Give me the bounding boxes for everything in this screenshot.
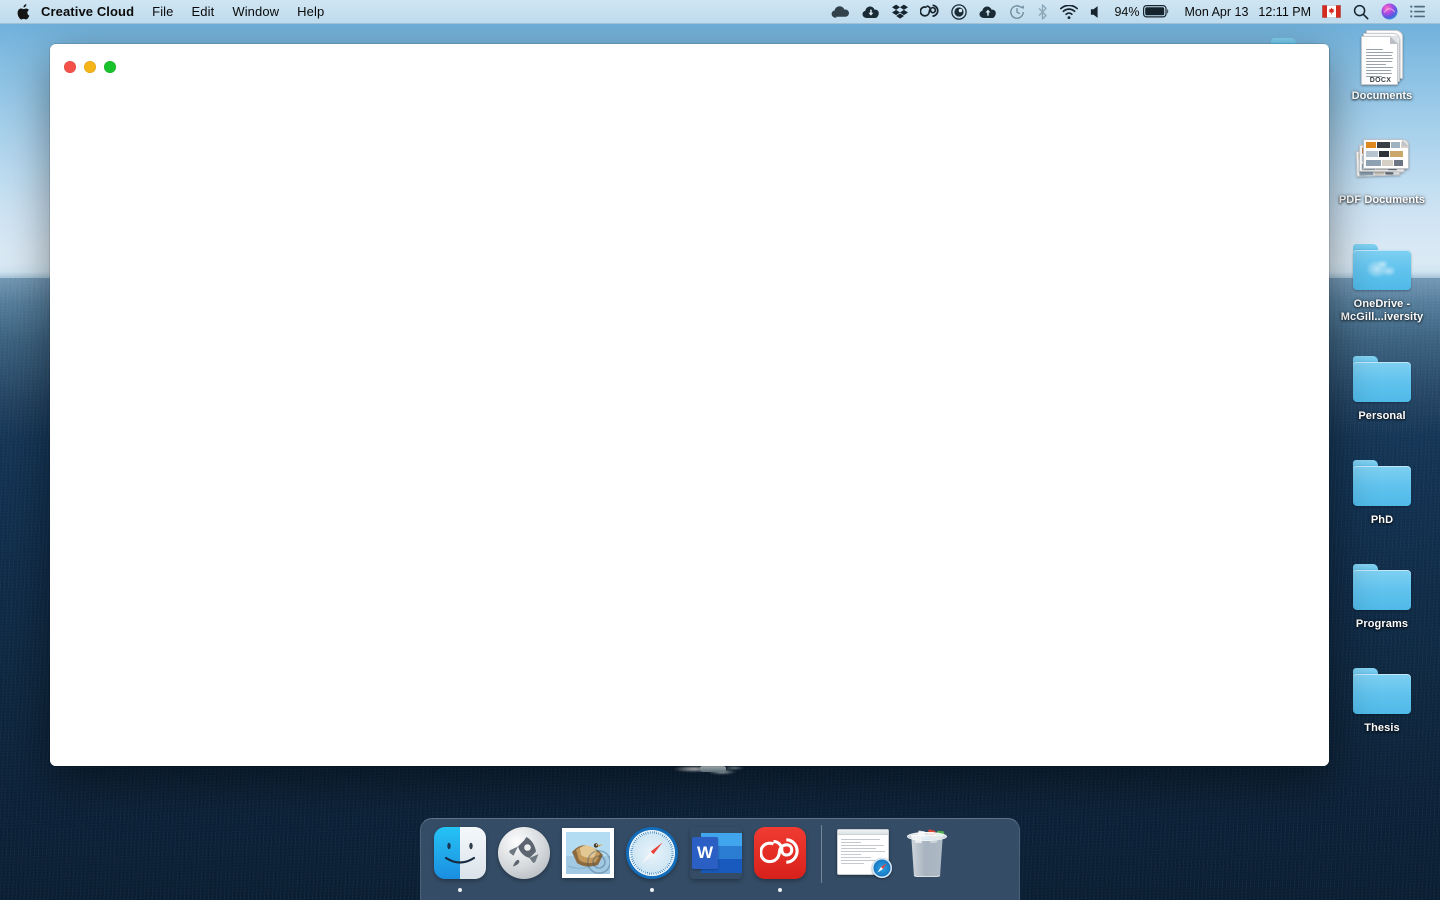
window-traffic-lights: [64, 61, 116, 73]
time-machine-icon[interactable]: [1003, 0, 1031, 24]
cloud-upload-icon[interactable]: [973, 0, 1003, 24]
menu-bar[interactable]: Creative Cloud File Edit Window Help 94%…: [0, 0, 1440, 24]
wallpaper-boat-hull: [700, 766, 726, 772]
folder-icon: [1350, 348, 1414, 406]
desktop-icon-label: Thesis: [1364, 722, 1400, 734]
desktop-icon-label: Programs: [1355, 618, 1409, 630]
folder-icon: [1350, 452, 1414, 510]
window-titlebar[interactable]: [50, 44, 1329, 90]
desktop-icon-thesis[interactable]: Thesis: [1327, 660, 1437, 735]
application-window[interactable]: [50, 44, 1329, 766]
menu-item-help[interactable]: Help: [288, 0, 333, 24]
trash-icon: [899, 825, 955, 881]
siri-icon[interactable]: [1375, 0, 1404, 24]
docx-document-icon: DOCX: [1350, 28, 1414, 86]
control-center-icon[interactable]: [1404, 0, 1432, 24]
running-indicator: [458, 888, 462, 892]
battery-icon[interactable]: [1141, 0, 1174, 24]
menu-bar-left: Creative Cloud File Edit Window Help: [0, 0, 333, 24]
search-icon[interactable]: [1347, 0, 1375, 24]
desktop-icon-programs[interactable]: Programs: [1327, 556, 1437, 631]
dock-item-safari-minimized-window[interactable]: [834, 825, 892, 897]
safari-badge-icon: [872, 858, 892, 878]
cloud-download-icon[interactable]: [856, 0, 886, 24]
bluetooth-icon[interactable]: [1031, 0, 1054, 24]
close-button[interactable]: [64, 61, 76, 73]
desktop-icon-label: Personal: [1358, 410, 1406, 422]
dock-item-mail[interactable]: [559, 825, 617, 897]
running-indicator: [778, 888, 782, 892]
maximize-button[interactable]: [104, 61, 116, 73]
wifi-icon[interactable]: [1054, 0, 1084, 24]
launchpad-icon: [496, 825, 552, 881]
mail-icon: [560, 825, 616, 881]
desktop-icon-personal[interactable]: Personal: [1327, 348, 1437, 423]
running-indicator: [650, 888, 654, 892]
minimize-button[interactable]: [84, 61, 96, 73]
dock-item-launchpad[interactable]: [495, 825, 553, 897]
window-content-area[interactable]: [50, 90, 1329, 766]
desktop-icon-label: OneDrive - McGill...iversity: [1340, 298, 1424, 323]
desktop-icon-label: PDF Documents: [1338, 194, 1426, 206]
folder-onedrive-icon: [1350, 236, 1414, 294]
dock-item-finder[interactable]: [431, 825, 489, 897]
apple-logo-icon[interactable]: [10, 0, 36, 24]
onedrive-cloud-icon[interactable]: [825, 0, 856, 24]
canada-flag-icon[interactable]: [1316, 0, 1347, 24]
menu-item-edit[interactable]: Edit: [183, 0, 224, 24]
menu-bar-status-area: 94% Mon Apr 13 12:11 PM: [825, 0, 1440, 24]
safari-icon: [624, 825, 680, 881]
menu-item-file[interactable]: File: [143, 0, 182, 24]
dock-item-safari[interactable]: [623, 825, 681, 897]
microsoft-word-icon: W: [688, 825, 744, 881]
folder-icon: [1350, 660, 1414, 718]
desktop-icon-phd[interactable]: PhD: [1327, 452, 1437, 527]
battery-percent-label[interactable]: 94%: [1109, 0, 1141, 24]
dock-item-microsoft-word[interactable]: W: [687, 825, 745, 897]
dock-item-trash[interactable]: [898, 825, 956, 897]
menu-app-name[interactable]: Creative Cloud: [36, 0, 143, 24]
dock-separator: [821, 825, 822, 883]
docx-type-label: DOCX: [1369, 77, 1392, 84]
dropbox-icon[interactable]: [886, 0, 914, 24]
safari-minimized-window-icon: [835, 825, 892, 881]
desktop-icon-onedrive[interactable]: OneDrive - McGill...iversity: [1327, 236, 1437, 323]
folder-icon: [1350, 556, 1414, 614]
menubar-time[interactable]: 12:11 PM: [1253, 0, 1316, 24]
dock[interactable]: W: [420, 818, 1020, 900]
creative-cloud-icon[interactable]: [914, 0, 945, 24]
creative-cloud-icon: [752, 825, 808, 881]
desktop-icon-pdf-documents[interactable]: PDF Documents: [1327, 132, 1437, 207]
finder-icon: [432, 825, 488, 881]
menu-item-window[interactable]: Window: [223, 0, 288, 24]
volume-icon[interactable]: [1084, 0, 1109, 24]
desktop-icon-label: Documents: [1351, 90, 1413, 102]
dock-item-creative-cloud[interactable]: [751, 825, 809, 897]
pdf-stack-icon: [1350, 132, 1414, 190]
desktop-icon-label: PhD: [1370, 514, 1394, 526]
desktop-icon-documents[interactable]: DOCX Documents: [1327, 28, 1437, 103]
disc-circle-icon[interactable]: [945, 0, 973, 24]
menubar-date[interactable]: Mon Apr 13: [1174, 0, 1253, 24]
